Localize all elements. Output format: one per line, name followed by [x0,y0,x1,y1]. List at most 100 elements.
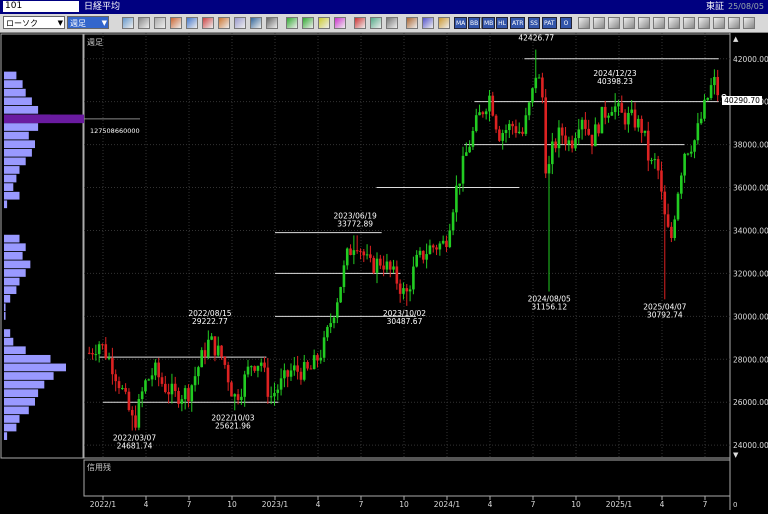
candle [250,365,253,377]
candle-body [276,389,280,393]
candle-body [527,102,531,116]
volume-profile-bar [4,337,14,346]
x-tick-label: 2022/1 [90,500,117,509]
candle [656,155,660,180]
annotation-value: 31156.12 [531,303,567,312]
candle [471,127,475,151]
toolbar-tool-icon[interactable] [334,17,346,29]
volume-profile-bar [4,243,26,252]
candle [203,342,207,365]
candle [190,384,194,412]
indicator-button-ma[interactable]: MA [454,17,468,29]
candle-body [111,357,114,375]
candle [633,102,637,131]
candle [256,365,260,378]
candle [613,93,617,120]
toolbar-view-icon[interactable] [668,17,680,29]
candle [412,256,415,295]
toolbar-view-icon[interactable] [713,17,725,29]
candle [534,49,538,94]
toolbar-tool-icon[interactable] [318,17,330,29]
toolbar-view-icon[interactable] [623,17,635,29]
candle-body [379,258,382,266]
candle [716,69,720,102]
symbol-input[interactable]: 101 [3,1,79,12]
candle-body [107,357,111,359]
candle-body [660,170,663,192]
toolbar-tool-icon[interactable] [122,17,134,29]
candle-body [673,219,677,239]
toolbar-view-icon[interactable] [743,17,755,29]
candle [339,286,342,303]
chart-type-select[interactable]: ローソク ▼ [3,16,65,29]
toolbar-tool-icon[interactable] [186,17,198,29]
candle [415,250,419,268]
y-tick-label: 38000.00 [733,141,768,150]
candle-body [140,391,144,400]
toolbar-tool-icon[interactable] [354,17,366,29]
candle-body [699,118,703,124]
candle-body [319,357,323,361]
toolbar-view-icon[interactable] [608,17,620,29]
candle-body [438,243,442,250]
volume-profile-bar [4,251,23,260]
toolbar-tool-icon[interactable] [154,17,166,29]
candle-body [590,134,594,147]
toolbar-view-icon[interactable] [728,17,740,29]
candle-body [415,254,419,267]
toolbar-view-icon[interactable] [698,17,710,29]
price-chart[interactable]: 2022/03/0724681.74 2022/08/1529222.77 2022… [0,26,768,510]
indicator-button-bb[interactable]: BB [468,17,481,29]
candle [293,357,296,376]
candle [577,118,581,145]
volume-profile-max-bar [4,114,84,124]
toolbar-view-icon[interactable] [593,17,605,29]
toolbar-view-icon[interactable] [683,17,695,29]
y-tick-label: 26000.00 [733,398,768,407]
toolbar-tool-icon[interactable] [406,17,418,29]
toolbar-tool-icon[interactable] [138,17,150,29]
indicator-button-atr[interactable]: ATR [510,17,526,29]
candle [316,353,319,368]
candle-body [498,129,501,141]
volume-profile-bar [4,423,17,432]
toolbar: ローソク ▼ 週足 ▼ MA BB MB HL ATR SS PAT O [0,14,768,33]
candle-body [650,160,653,162]
candle [425,243,428,269]
candle [392,259,395,274]
indicator-button-o[interactable]: O [560,17,572,29]
toolbar-tool-icon[interactable] [302,17,314,29]
candle-body [617,103,620,107]
toolbar-tool-icon[interactable] [422,17,434,29]
toolbar-tool-icon[interactable] [250,17,262,29]
indicator-button-hl[interactable]: HL [496,17,508,29]
toolbar-tool-icon[interactable] [234,17,246,29]
annotation-value: 25621.96 [215,421,251,430]
period-select[interactable]: 週足 ▼ [67,16,109,29]
candle-body [633,109,637,128]
candle [365,244,369,260]
candle [322,330,326,363]
candle-body [286,370,290,377]
toolbar-tool-icon[interactable] [170,17,182,29]
candle [127,388,131,412]
toolbar-tool-icon[interactable] [438,17,450,29]
candle-body [173,383,177,391]
toolbar-view-icon[interactable] [578,17,590,29]
candle [517,122,521,135]
toolbar-tool-icon[interactable] [218,17,230,29]
candle [180,394,184,412]
indicator-button-pat[interactable]: PAT [542,17,557,29]
volume-profile-bar [4,200,8,209]
toolbar-tool-icon[interactable] [286,17,298,29]
candle [276,384,280,401]
toolbar-view-icon[interactable] [653,17,665,29]
toolbar-tool-icon[interactable] [202,17,214,29]
indicator-button-mb[interactable]: MB [482,17,496,29]
toolbar-tool-icon[interactable] [370,17,382,29]
toolbar-tool-icon[interactable] [386,17,398,29]
toolbar-tool-icon[interactable] [266,17,278,29]
toolbar-view-icon[interactable] [638,17,650,29]
candle-body [94,354,98,356]
indicator-button-ss[interactable]: SS [528,17,540,29]
